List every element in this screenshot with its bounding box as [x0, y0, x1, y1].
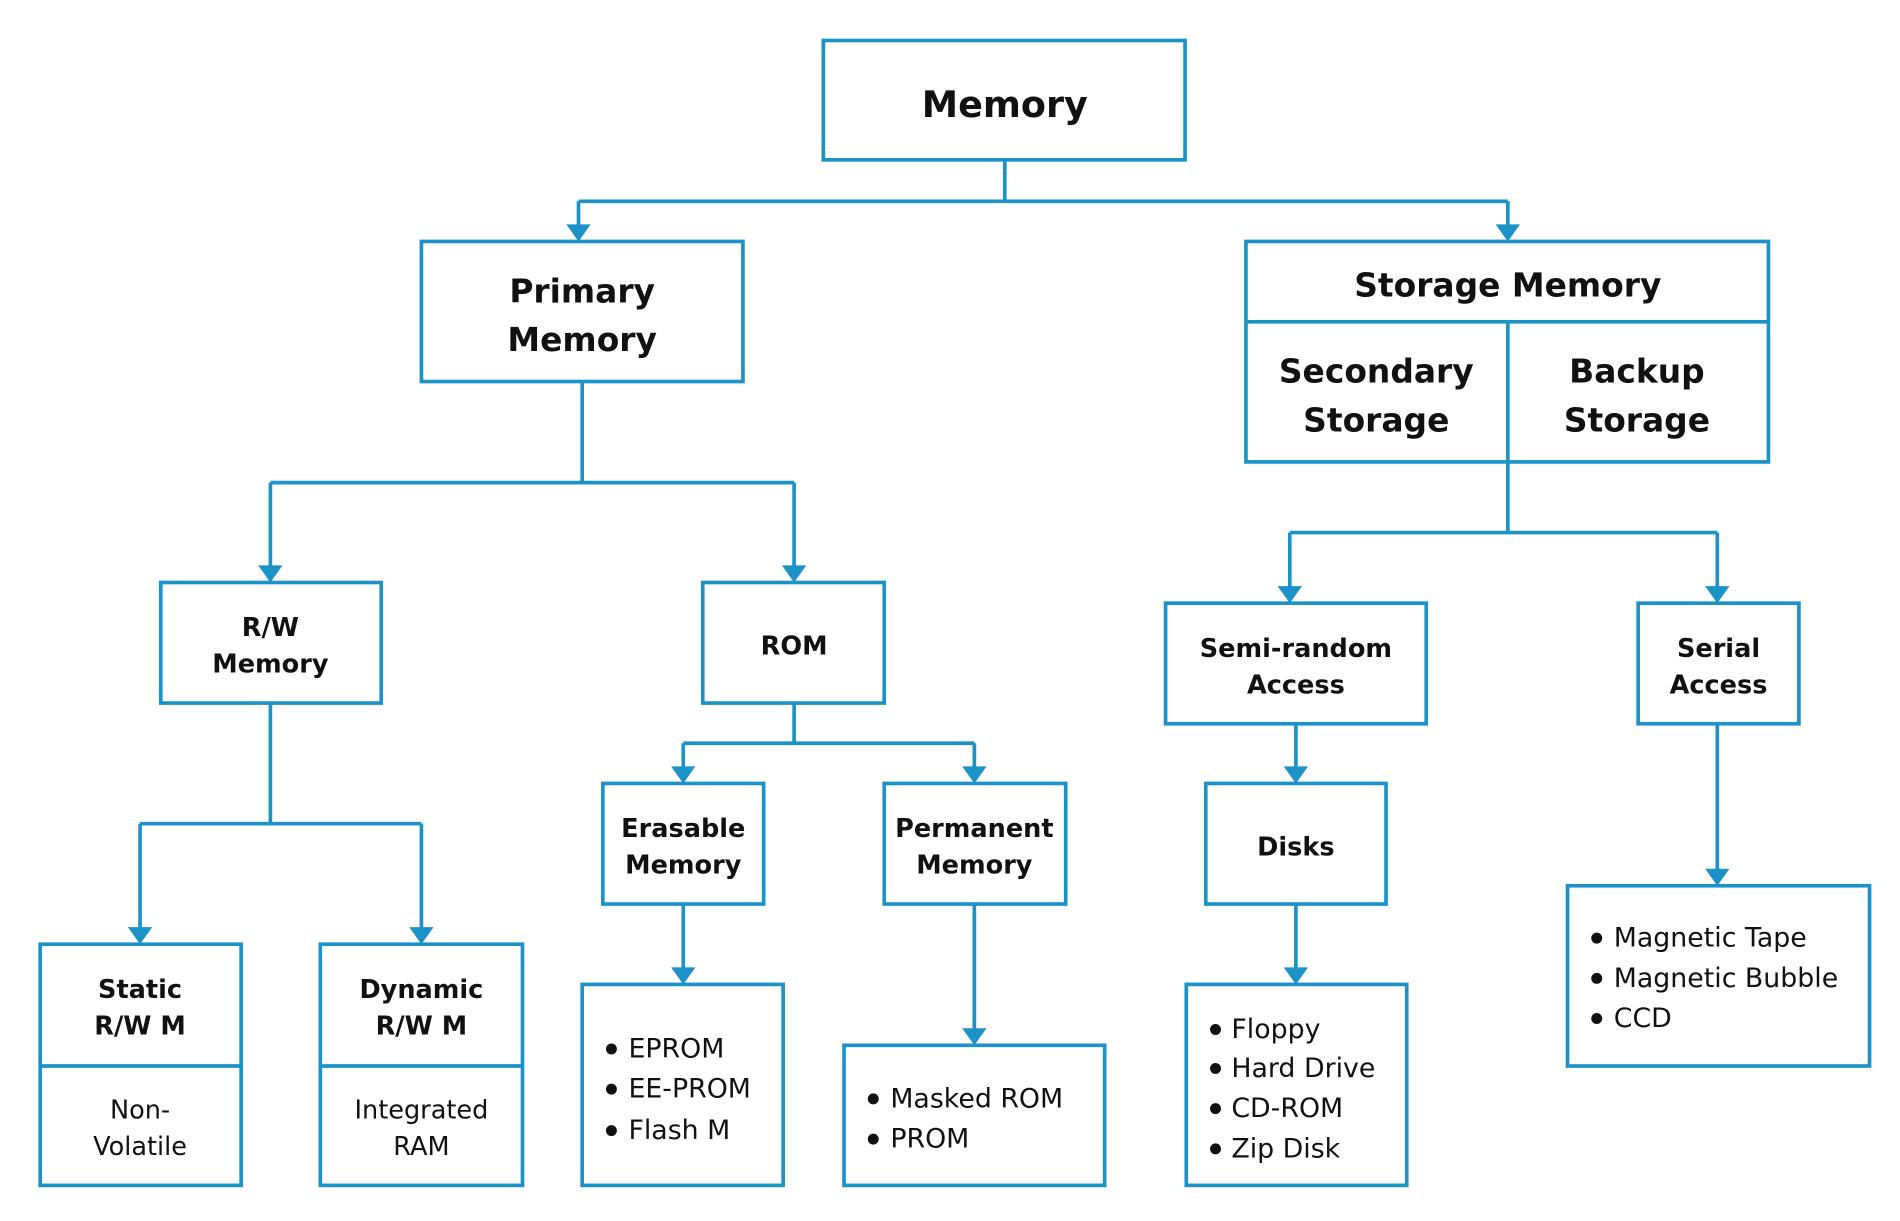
node-secondary-storage: Storage [1303, 400, 1449, 439]
list-item: Magnetic Bubble [1614, 963, 1838, 994]
bullet-icon [1591, 932, 1603, 944]
bullet-icon [867, 1093, 879, 1105]
bullet-icon [1210, 1023, 1221, 1035]
list-item: Zip Disk [1231, 1133, 1340, 1164]
list-item: CD-ROM [1231, 1093, 1343, 1124]
arrow-head [1283, 766, 1309, 784]
memory-hierarchy-diagram: Memory Primary Memory Storage Memory Sec… [38, 38, 1872, 1188]
list-item: Floppy [1231, 1014, 1320, 1045]
node-secondary-storage: Secondary [1279, 352, 1474, 391]
list-serial: Magnetic Tape Magnetic Bubble CCD [1565, 883, 1872, 1068]
arrow-head [1705, 868, 1730, 886]
bullet-icon [1591, 972, 1603, 984]
node-permanent-memory: Permanent Memory [882, 781, 1068, 906]
arrow-head [1283, 967, 1309, 985]
node-label: Access [1247, 670, 1345, 700]
node-sublabel: RAM [393, 1132, 449, 1162]
arrow-head [671, 967, 696, 985]
list-permanent: Masked ROM PROM [842, 1043, 1107, 1188]
connector-primary-children [268, 381, 796, 568]
node-sublabel: Non- [110, 1095, 170, 1125]
node-static-rwm: Static R/W M Non- Volatile [38, 942, 243, 1188]
connector-memory-children [576, 159, 1510, 227]
arrow-head [409, 927, 434, 945]
node-label: Serial [1677, 634, 1760, 664]
node-label: Memory [507, 320, 656, 359]
node-backup-storage: Backup [1569, 352, 1705, 391]
arrow-head [127, 927, 153, 945]
node-label: Permanent [895, 814, 1054, 844]
list-disks: Floppy Hard Drive CD-ROM Zip Disk [1184, 982, 1409, 1188]
node-rom: ROM [700, 580, 887, 705]
list-item: CCD [1614, 1003, 1672, 1034]
arrow-head [962, 1028, 987, 1046]
arrow-head [1277, 586, 1302, 604]
node-semi-random-access: Semi-random Access [1163, 601, 1429, 726]
node-memory: Memory [821, 38, 1187, 162]
node-label: Disks [1257, 832, 1334, 862]
bullet-icon [1210, 1143, 1221, 1155]
node-label: Memory [625, 851, 742, 881]
list-item: Magnetic Tape [1614, 923, 1807, 954]
node-label: Memory [212, 650, 329, 680]
node-label: R/W M [94, 1011, 186, 1041]
bullet-icon [1591, 1013, 1603, 1024]
node-label: Dynamic [359, 975, 483, 1005]
node-primary-memory: Primary Memory [419, 239, 745, 384]
list-item: EE-PROM [628, 1074, 750, 1105]
node-label: Erasable [621, 814, 745, 844]
connector-rom-children [681, 703, 977, 769]
node-storage-memory: Storage Memory Secondary Storage Backup … [1244, 239, 1771, 464]
node-rw-memory: R/W Memory [158, 580, 384, 705]
node-dynamic-rwm: Dynamic R/W M Integrated RAM [318, 942, 525, 1188]
node-backup-storage: Storage [1564, 400, 1710, 439]
node-sublabel: Volatile [93, 1132, 187, 1162]
arrow-head [781, 565, 807, 583]
node-label: Memory [916, 851, 1033, 881]
node-label: R/W M [376, 1011, 468, 1041]
list-item: Hard Drive [1231, 1053, 1375, 1084]
connector-storage-children [1287, 461, 1720, 589]
bullet-icon [867, 1133, 879, 1145]
node-label: ROM [761, 631, 828, 661]
node-label: Primary [509, 271, 655, 310]
node-label: Access [1670, 670, 1768, 700]
node-sublabel: Integrated [354, 1095, 488, 1125]
node-label: Storage Memory [1354, 265, 1661, 304]
list-item: EPROM [628, 1033, 724, 1064]
arrow-head [671, 766, 696, 784]
node-disks: Disks [1203, 781, 1388, 906]
node-erasable-memory: Erasable Memory [601, 781, 766, 906]
list-erasable: EPROM EE-PROM Flash M [580, 982, 785, 1188]
connector-rw-children [138, 703, 424, 930]
node-label: Static [98, 975, 182, 1005]
node-serial-access: Serial Access [1636, 601, 1801, 726]
arrow-head [566, 224, 591, 242]
arrow-head [1495, 224, 1520, 242]
arrow-head [962, 766, 987, 784]
node-label: Semi-random [1200, 634, 1392, 664]
bullet-icon [1210, 1103, 1221, 1115]
arrow-head [1705, 586, 1730, 604]
bullet-icon [605, 1043, 617, 1055]
node-label: R/W [242, 613, 299, 643]
list-item: Masked ROM [890, 1083, 1063, 1114]
list-item: PROM [890, 1124, 969, 1155]
bullet-icon [605, 1083, 617, 1095]
bullet-icon [1210, 1062, 1221, 1074]
list-item: Flash M [628, 1115, 730, 1146]
arrow-head [258, 565, 283, 583]
node-label: Memory [922, 83, 1088, 126]
bullet-icon [605, 1125, 617, 1137]
